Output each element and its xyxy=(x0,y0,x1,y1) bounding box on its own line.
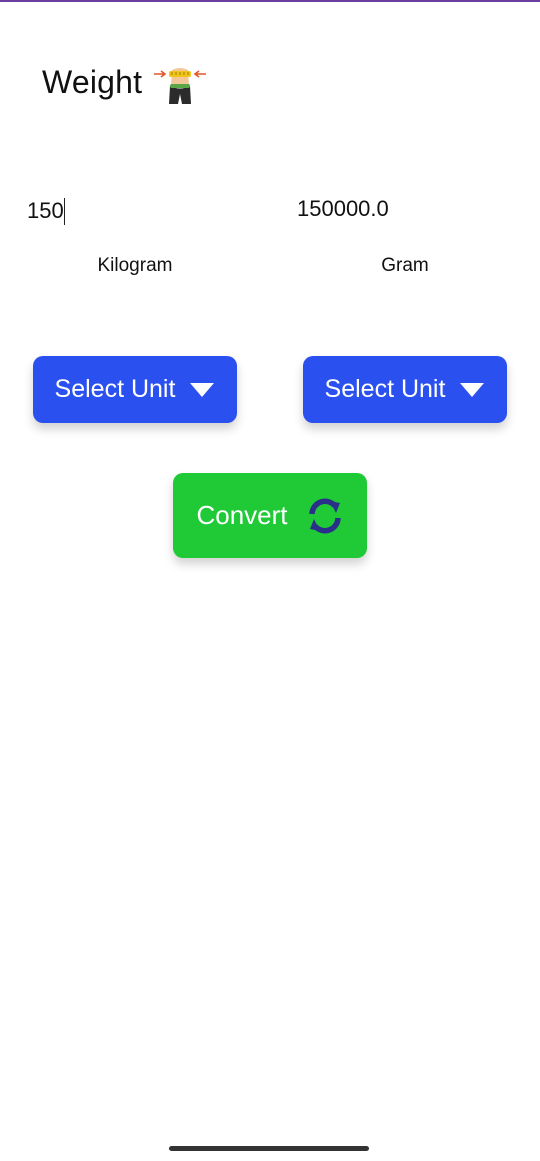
to-unit-select-button[interactable]: Select Unit xyxy=(303,356,507,423)
amount-input[interactable] xyxy=(27,196,227,226)
to-unit-label: Gram xyxy=(381,255,429,276)
convert-button[interactable]: Convert xyxy=(173,473,367,558)
text-caret xyxy=(64,198,65,225)
page-header: Weight xyxy=(42,58,208,106)
chevron-down-icon xyxy=(460,382,485,397)
result-value: 150000.0 xyxy=(297,196,389,221)
status-bar-line xyxy=(0,0,540,2)
home-indicator[interactable] xyxy=(169,1146,369,1151)
convert-label: Convert xyxy=(196,500,288,530)
chevron-down-icon xyxy=(190,382,215,397)
weight-loss-icon xyxy=(154,68,207,104)
from-select-label: Select Unit xyxy=(54,375,176,403)
page-title: Weight xyxy=(42,63,143,100)
from-unit-select-button[interactable]: Select Unit xyxy=(33,356,237,423)
refresh-icon xyxy=(308,498,341,533)
to-select-label: Select Unit xyxy=(324,375,446,403)
from-unit-label: Kilogram xyxy=(97,255,173,276)
